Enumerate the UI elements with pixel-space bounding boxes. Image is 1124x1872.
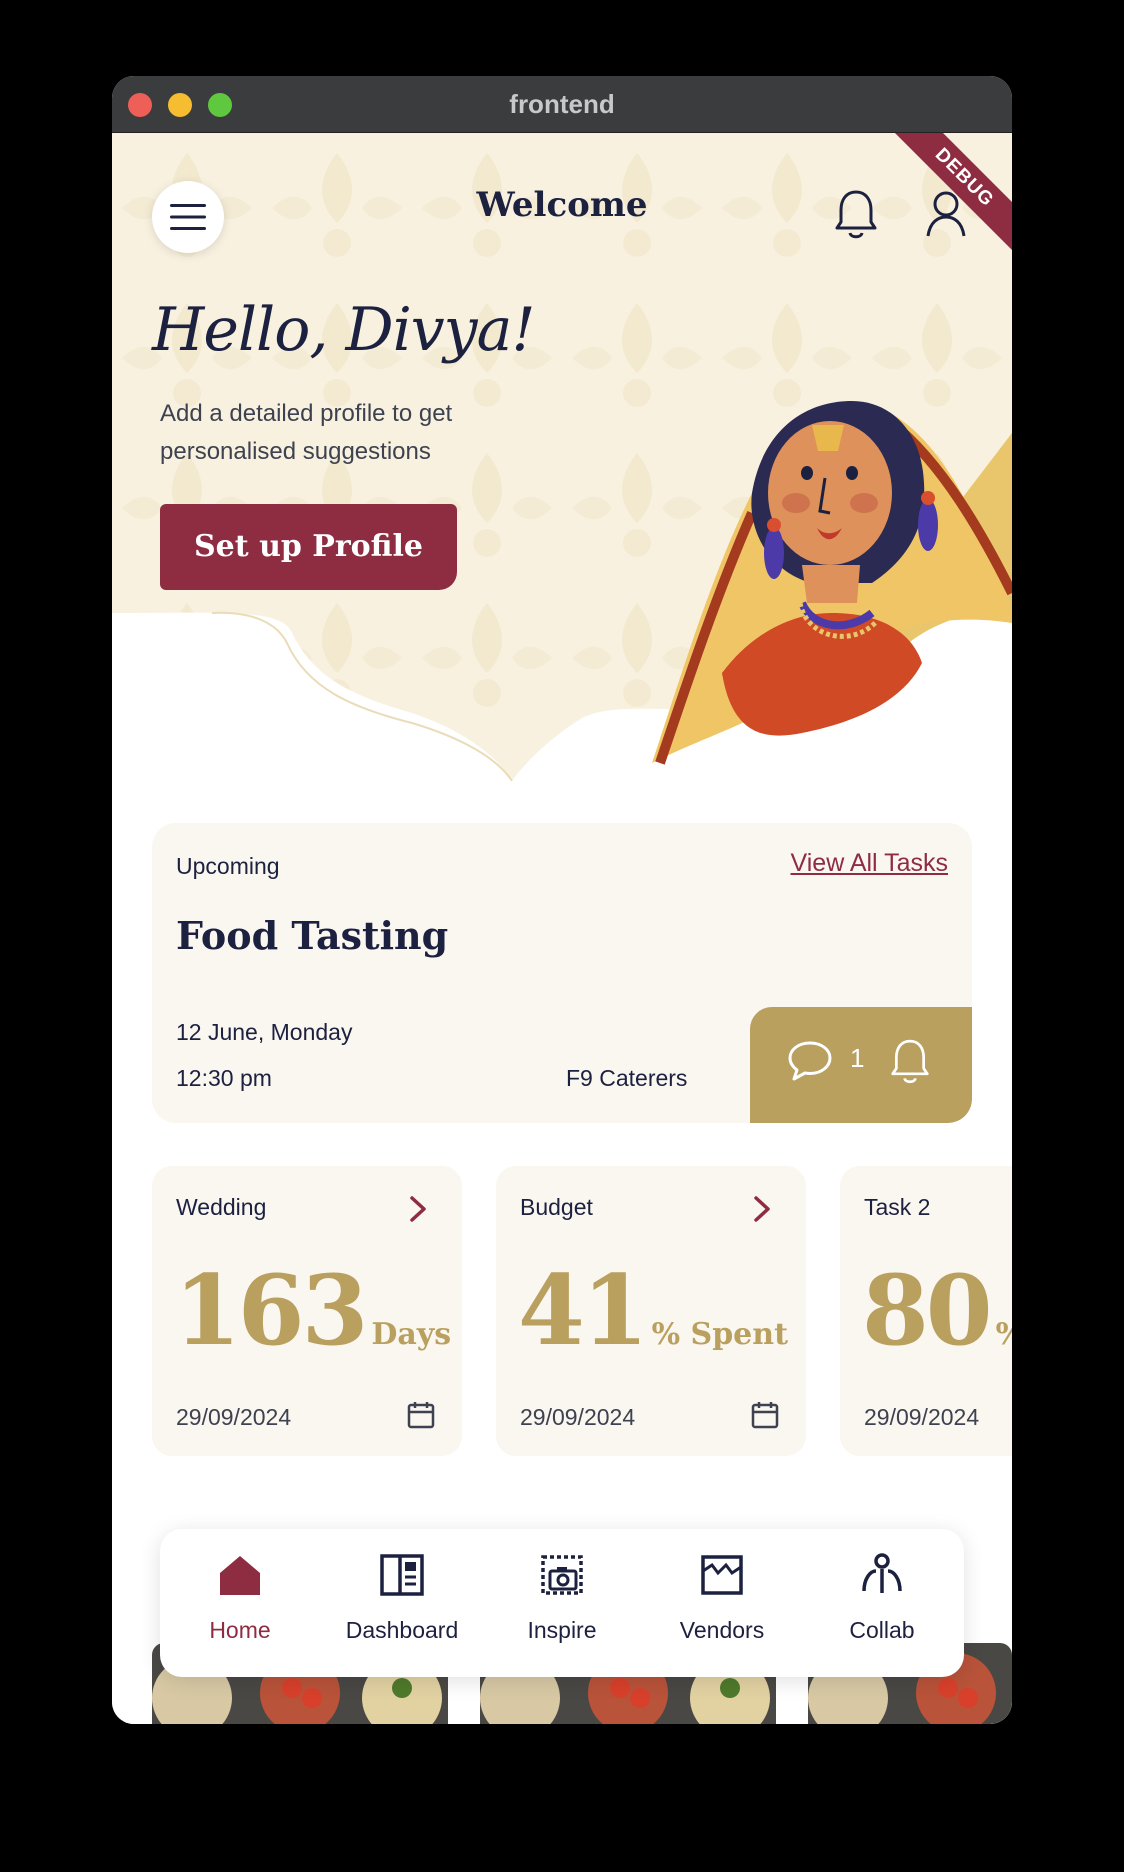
hero-subtitle: Add a detailed profile to get personalis… xyxy=(160,400,453,465)
tab-label: Collab xyxy=(849,1617,915,1643)
stat-unit: % Spent xyxy=(651,1317,788,1352)
tab-dashboard[interactable]: Dashboard xyxy=(322,1529,482,1677)
stat-unit: Days xyxy=(371,1317,452,1352)
calendar-icon xyxy=(751,1402,779,1429)
tab-vendors[interactable]: Vendors xyxy=(642,1529,802,1677)
calendar-icon xyxy=(407,1402,435,1429)
menu-button[interactable] xyxy=(152,181,224,253)
setup-profile-button[interactable]: Set up Profile xyxy=(160,504,457,590)
window-titlebar: frontend xyxy=(112,76,1012,133)
home-screen: DEBUG Welcome Hello, Divya! Add a detail… xyxy=(112,133,1012,1724)
task-progress-card[interactable]: Task 2 80% 29/09/2024 xyxy=(840,1166,1012,1456)
task-title: Food Tasting xyxy=(176,913,449,958)
app-window: frontend DEBUG Welcome Hello, Divya! Add… xyxy=(112,76,1012,1724)
tab-inspire[interactable]: Inspire xyxy=(482,1529,642,1677)
window-title: frontend xyxy=(509,89,615,119)
vendors-icon xyxy=(701,1555,743,1595)
stat-date: 29/09/2024 xyxy=(176,1404,292,1430)
view-all-tasks-link[interactable]: View All Tasks xyxy=(791,849,948,878)
task-date: 12 June, Monday xyxy=(176,1019,353,1045)
inspire-icon xyxy=(541,1555,583,1595)
tab-label: Home xyxy=(209,1617,271,1643)
stat-date: 29/09/2024 xyxy=(864,1404,980,1430)
tab-label: Dashboard xyxy=(345,1617,459,1643)
comment-count: 1 xyxy=(850,1043,865,1073)
task-actions: 1 xyxy=(750,1007,972,1123)
tab-label: Vendors xyxy=(679,1617,765,1643)
stat-label: Budget xyxy=(520,1194,593,1220)
hamburger-icon xyxy=(170,204,206,230)
chevron-right-icon xyxy=(410,1196,426,1222)
dashboard-icon xyxy=(380,1554,424,1596)
upcoming-label: Upcoming xyxy=(176,853,280,879)
stat-label: Wedding xyxy=(176,1194,267,1220)
profile-icon[interactable] xyxy=(924,188,968,242)
stat-unit: % xyxy=(996,1317,1012,1352)
reminder-bell-icon[interactable] xyxy=(890,1037,930,1087)
upcoming-task-card[interactable]: Upcoming View All Tasks Food Tasting 12 … xyxy=(152,823,972,1123)
collab-icon xyxy=(862,1553,902,1593)
stat-value: 80 xyxy=(862,1254,993,1367)
stat-value: 163 xyxy=(174,1254,368,1367)
budget-card[interactable]: Budget 41% Spent 29/09/2024 xyxy=(496,1166,806,1456)
task-time: 12:30 pm xyxy=(176,1065,272,1091)
tab-label: Inspire xyxy=(527,1617,597,1643)
home-icon xyxy=(220,1556,260,1595)
comment-icon[interactable] xyxy=(786,1039,834,1083)
stat-label: Task 2 xyxy=(864,1194,931,1220)
tab-home[interactable]: Home xyxy=(160,1529,320,1677)
bottom-navigation: Home Dashboard Inspire Vendors Collab xyxy=(160,1529,964,1677)
tab-collab[interactable]: Collab xyxy=(802,1529,962,1677)
chevron-right-icon xyxy=(754,1196,770,1222)
notification-bell-icon[interactable] xyxy=(834,188,878,242)
page-title: Welcome xyxy=(476,185,648,225)
stat-date: 29/09/2024 xyxy=(520,1404,636,1430)
greeting: Hello, Divya! xyxy=(152,295,535,365)
task-vendor: F9 Caterers xyxy=(566,1065,688,1091)
wedding-countdown-card[interactable]: Wedding 163 Days 29/09/2024 xyxy=(152,1166,462,1456)
stat-value: 41 xyxy=(518,1254,649,1367)
